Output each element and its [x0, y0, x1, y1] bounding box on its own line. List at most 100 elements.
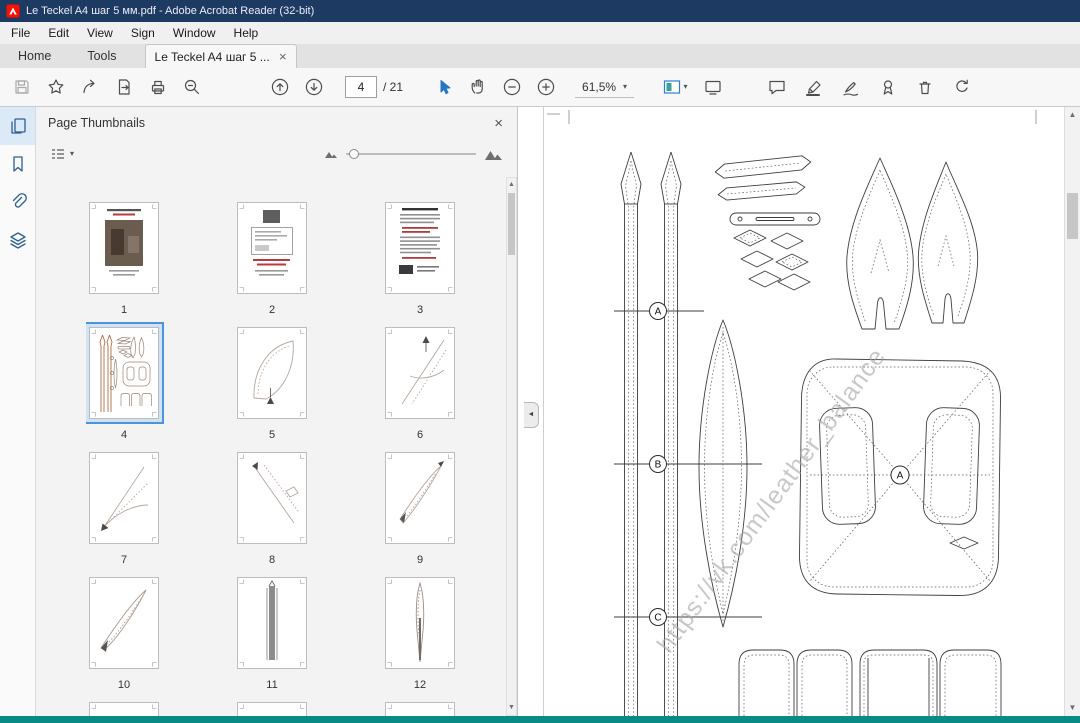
large-thumbnails-icon[interactable]: [484, 148, 503, 161]
highlighter-icon: [804, 77, 824, 97]
zoom-in-button[interactable]: [529, 73, 563, 101]
search-button[interactable]: [175, 73, 209, 101]
page-fit-dropdown[interactable]: ▾: [654, 73, 696, 101]
tab-bar: Home Tools Le Teckel A4 шаг 5 ... ×: [0, 44, 1080, 68]
marker-center-a: A: [897, 471, 904, 482]
cursor-arrow-icon: [434, 77, 454, 97]
menu-file[interactable]: File: [2, 22, 39, 44]
menu-window[interactable]: Window: [164, 22, 225, 44]
thumbnail-page-6[interactable]: 6: [382, 322, 458, 447]
thumbnail-page-10[interactable]: 10: [86, 572, 162, 697]
options-list-icon: [50, 147, 66, 161]
select-tool-button[interactable]: [427, 73, 461, 101]
thumbnail-number: 4: [121, 429, 127, 441]
thumbnail-page-offscreen-15[interactable]: [382, 697, 458, 716]
page-number-input[interactable]: [345, 76, 377, 98]
panel-scrollbar[interactable]: ▲ ▼: [506, 177, 517, 716]
share-button[interactable]: [73, 73, 107, 101]
title-bar: Le Teckel A4 шаг 5 мм.pdf - Adobe Acroba…: [0, 0, 1080, 22]
circle-plus-icon: [536, 77, 556, 97]
highlight-button[interactable]: [797, 73, 831, 101]
page-up-button[interactable]: [263, 73, 297, 101]
tab-document[interactable]: Le Teckel A4 шаг 5 ... ×: [145, 44, 297, 68]
scroll-up-icon[interactable]: ▲: [507, 178, 516, 192]
menu-view[interactable]: View: [78, 22, 122, 44]
thumbnail-image: [385, 577, 455, 669]
pdf-page-pattern: https://vk.com/leather_balance A B C A: [544, 107, 1064, 716]
layers-panel-button[interactable]: [0, 221, 35, 259]
thumbnail-image: [89, 452, 159, 544]
print-button[interactable]: [141, 73, 175, 101]
circle-arrow-up-icon: [270, 77, 290, 97]
close-icon[interactable]: ×: [494, 115, 503, 132]
thumbnail-number: 5: [269, 429, 275, 441]
bottom-teal-bar: [0, 716, 1080, 723]
zoom-out-button[interactable]: [495, 73, 529, 101]
thumbnail-page-2[interactable]: 2: [234, 197, 310, 322]
page-thumbnails-icon: [8, 116, 28, 136]
menu-help[interactable]: Help: [225, 22, 268, 44]
page-fit-icon: [663, 79, 682, 95]
page-down-button[interactable]: [297, 73, 331, 101]
scroll-down-icon[interactable]: ▼: [1065, 700, 1080, 716]
page-count-label: / 21: [383, 80, 403, 94]
circle-minus-icon: [502, 77, 522, 97]
star-button[interactable]: [39, 73, 73, 101]
ink-pen-icon: [841, 77, 861, 97]
export-pdf-button[interactable]: [107, 73, 141, 101]
circle-arrow-down-icon: [304, 77, 324, 97]
rotate-button[interactable]: [945, 73, 979, 101]
save-button[interactable]: [5, 73, 39, 101]
panel-collapse-handle[interactable]: ◄: [524, 402, 539, 428]
document-scrollbar[interactable]: ▲ ▼: [1064, 107, 1080, 716]
thumbnail-page-7[interactable]: 7: [86, 447, 162, 572]
thumbnail-page-offscreen-13[interactable]: [86, 697, 162, 716]
thumbnail-image: [385, 452, 455, 544]
badge-icon: [878, 77, 898, 97]
thumbnail-size-slider[interactable]: [346, 147, 476, 161]
menu-edit[interactable]: Edit: [39, 22, 78, 44]
thumbnail-number: 10: [118, 679, 130, 691]
thumbnails-panel-button[interactable]: [0, 107, 35, 145]
thumbnail-page-5[interactable]: 5: [234, 322, 310, 447]
comment-button[interactable]: [760, 73, 794, 101]
thumbnail-page-8[interactable]: 8: [234, 447, 310, 572]
thumbnail-image: [237, 327, 307, 419]
thumbnail-image: [385, 702, 455, 716]
menu-bar: FileEditViewSignWindowHelp: [0, 22, 1080, 44]
thumbnail-options-button[interactable]: ▾: [50, 147, 74, 161]
scroll-down-icon[interactable]: ▼: [507, 701, 516, 715]
thumbnail-page-9[interactable]: 9: [382, 447, 458, 572]
thumbnail-page-11[interactable]: 11: [234, 572, 310, 697]
thumbnail-page-3[interactable]: 3: [382, 197, 458, 322]
thumbnail-page-1[interactable]: 1: [86, 197, 162, 322]
hand-tool-button[interactable]: [461, 73, 495, 101]
small-thumbnails-icon[interactable]: [324, 149, 338, 159]
thumbnail-number: 7: [121, 554, 127, 566]
tab-home[interactable]: Home: [0, 44, 69, 68]
bookmarks-panel-button[interactable]: [0, 145, 35, 183]
delete-button[interactable]: [908, 73, 942, 101]
share-arrow-icon: [80, 77, 100, 97]
bookmark-icon: [8, 154, 28, 174]
scrollbar-thumb[interactable]: [508, 193, 515, 255]
document-view: https://vk.com/leather_balance A B C A: [518, 107, 1064, 716]
scroll-up-icon[interactable]: ▲: [1065, 107, 1080, 123]
zoom-level-dropdown[interactable]: 61,5% ▾: [575, 77, 634, 98]
stamp-button[interactable]: [871, 73, 905, 101]
attachments-panel-button[interactable]: [0, 183, 35, 221]
slider-knob[interactable]: [349, 149, 359, 159]
chevron-down-icon: ▾: [70, 150, 74, 158]
thumbnail-number: 8: [269, 554, 275, 566]
tab-tools[interactable]: Tools: [69, 44, 134, 68]
close-icon[interactable]: ×: [279, 50, 287, 63]
reading-mode-button[interactable]: [696, 73, 730, 101]
thumbnail-page-offscreen-14[interactable]: [234, 697, 310, 716]
sign-button[interactable]: [834, 73, 868, 101]
thumbnail-page-12[interactable]: 12: [382, 572, 458, 697]
navigation-rail: [0, 107, 36, 716]
scrollbar-thumb[interactable]: [1067, 193, 1078, 239]
menu-sign[interactable]: Sign: [122, 22, 164, 44]
thumbnail-page-4[interactable]: 4: [86, 322, 162, 447]
export-page-icon: [114, 77, 134, 97]
